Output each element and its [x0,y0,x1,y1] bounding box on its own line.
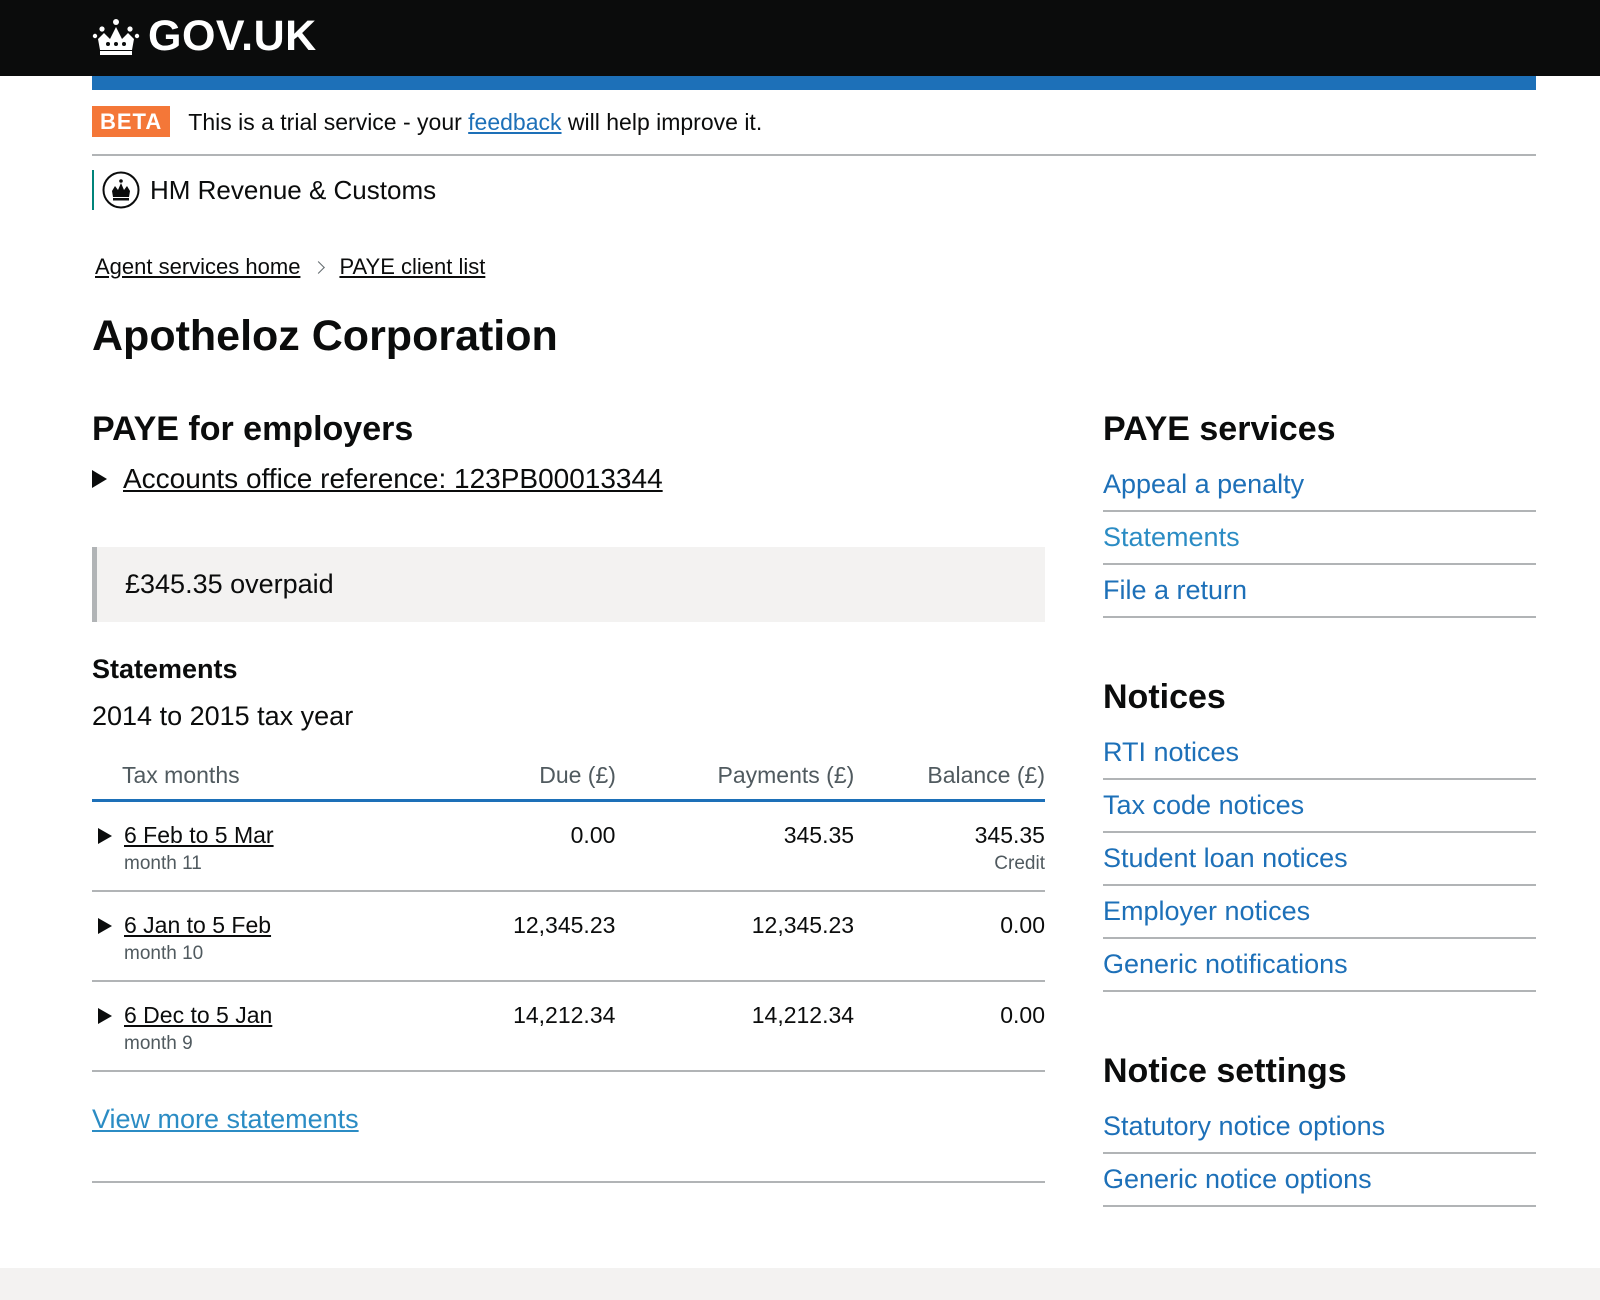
beta-tag: BETA [92,106,171,137]
balance-note: Credit [994,853,1045,874]
footer-band [0,1268,1600,1300]
file-return-link[interactable]: File a return [1103,575,1247,605]
column-header-due: Due (£) [539,762,616,788]
tax-month-details[interactable]: 6 Dec to 5 Jan [98,1002,407,1029]
phase-banner-text: This is a trial service - your feedback … [188,106,762,136]
tax-month-cell: 6 Jan to 5 Feb month 10 [92,892,407,980]
month-number: month 10 [124,943,204,964]
tax-code-notices-link[interactable]: Tax code notices [1103,790,1304,820]
month-number: month 11 [124,853,202,874]
breadcrumb-agent-services-home[interactable]: Agent services home [95,254,300,280]
employer-notices-link[interactable]: Employer notices [1103,896,1310,926]
paye-services-group: PAYE services Appeal a penalty Statement… [1103,410,1536,618]
sidebar-item: Student loan notices [1103,833,1536,886]
tax-month-cell: 6 Dec to 5 Jan month 9 [92,982,407,1070]
sidebar-item: Statements [1103,512,1536,565]
column-header-balance: Balance (£) [927,762,1045,788]
sidebar-item: Appeal a penalty [1103,459,1536,512]
notices-group: Notices RTI notices Tax code notices Stu… [1103,678,1536,992]
rti-notices-link[interactable]: RTI notices [1103,737,1239,767]
sidebar-item: Statutory notice options [1103,1101,1536,1154]
table-row: 6 Feb to 5 Mar month 11 0.00 345.35 345.… [92,802,1045,892]
due-cell: 12,345.23 [513,912,616,938]
tax-month-link[interactable]: 6 Feb to 5 Mar [124,822,274,849]
generic-notice-options-link[interactable]: Generic notice options [1103,1164,1372,1194]
tax-month-link[interactable]: 6 Dec to 5 Jan [124,1002,272,1029]
notice-settings-heading: Notice settings [1103,1052,1347,1090]
triangle-right-icon [98,827,112,844]
tax-month-details[interactable]: 6 Feb to 5 Mar [98,822,407,849]
hmrc-crest-icon [102,171,140,209]
accounts-office-reference-link[interactable]: Accounts office reference: 123PB00013344 [123,463,663,495]
table-header-row: Tax months Due (£) Payments (£) Balance … [92,754,1045,802]
column-header-payments: Payments (£) [717,762,855,788]
accounts-office-reference-details[interactable]: Accounts office reference: 123PB00013344 [92,463,1045,495]
month-number: month 9 [124,1033,193,1054]
triangle-right-icon [92,470,107,488]
phase-text-before: This is a trial service - your [188,109,469,135]
balance-value: 0.00 [1000,1002,1045,1028]
statements-table: Tax months Due (£) Payments (£) Balance … [92,754,1045,1072]
payments-cell: 14,212.34 [751,1002,855,1028]
tax-month-link[interactable]: 6 Jan to 5 Feb [124,912,271,939]
sidebar-item: Employer notices [1103,886,1536,939]
phase-banner: BETA This is a trial service - your feed… [92,106,1536,156]
govuk-header: GOV.UK [0,0,1600,76]
sidebar: PAYE services Appeal a penalty Statement… [1103,410,1536,1267]
balance-value: 345.35 [974,822,1045,848]
sidebar-item: Generic notice options [1103,1154,1536,1207]
balance-cell: 0.00 [854,982,1045,1070]
triangle-right-icon [98,1007,112,1024]
page-title: Apotheloz Corporation [92,312,558,360]
column-header-tax-months: Tax months [122,762,240,788]
generic-notifications-link[interactable]: Generic notifications [1103,949,1348,979]
due-cell: 0.00 [570,822,616,848]
header-blue-bar [92,76,1536,90]
paye-heading: PAYE for employers [92,410,414,448]
payments-cell: 345.35 [783,822,855,848]
table-row: 6 Jan to 5 Feb month 10 12,345.23 12,345… [92,892,1045,982]
section-divider [92,1181,1045,1183]
notices-heading: Notices [1103,678,1226,716]
sidebar-item: Generic notifications [1103,939,1536,992]
student-loan-notices-link[interactable]: Student loan notices [1103,843,1348,873]
feedback-link[interactable]: feedback [468,109,561,135]
appeal-penalty-link[interactable]: Appeal a penalty [1103,469,1304,499]
organisation-name: HM Revenue & Customs [150,174,437,205]
phase-text-after: will help improve it. [561,109,763,135]
statements-link[interactable]: Statements [1103,522,1240,552]
tax-month-details[interactable]: 6 Jan to 5 Feb [98,912,407,939]
triangle-right-icon [98,917,112,934]
sidebar-item: File a return [1103,565,1536,618]
sidebar-item: RTI notices [1103,727,1536,780]
chevron-right-icon [312,260,326,274]
breadcrumb-paye-client-list[interactable]: PAYE client list [339,254,485,280]
paye-services-heading: PAYE services [1103,410,1336,448]
statements-heading: Statements [92,654,238,684]
tax-year-label: 2014 to 2015 tax year [92,701,354,731]
breadcrumb: Agent services home PAYE client list [95,254,485,280]
balance-value: 0.00 [1000,912,1045,938]
balance-cell: 345.35 Credit [854,802,1045,890]
table-row: 6 Dec to 5 Jan month 9 14,212.34 14,212.… [92,982,1045,1072]
balance-inset: £345.35 overpaid [92,547,1045,622]
balance-cell: 0.00 [854,892,1045,980]
crown-icon [92,18,140,55]
statutory-notice-options-link[interactable]: Statutory notice options [1103,1111,1385,1141]
govuk-logo-link[interactable]: GOV.UK [92,12,317,61]
organisation-banner: HM Revenue & Customs [92,170,436,210]
notice-settings-group: Notice settings Statutory notice options… [1103,1052,1536,1207]
payments-cell: 12,345.23 [751,912,855,938]
due-cell: 14,212.34 [513,1002,616,1028]
tax-month-cell: 6 Feb to 5 Mar month 11 [92,802,407,890]
sidebar-item: Tax code notices [1103,780,1536,833]
main-content: PAYE for employers Accounts office refer… [92,410,1045,1183]
view-more-statements-link[interactable]: View more statements [92,1104,359,1135]
govuk-brand-text: GOV.UK [148,12,317,60]
